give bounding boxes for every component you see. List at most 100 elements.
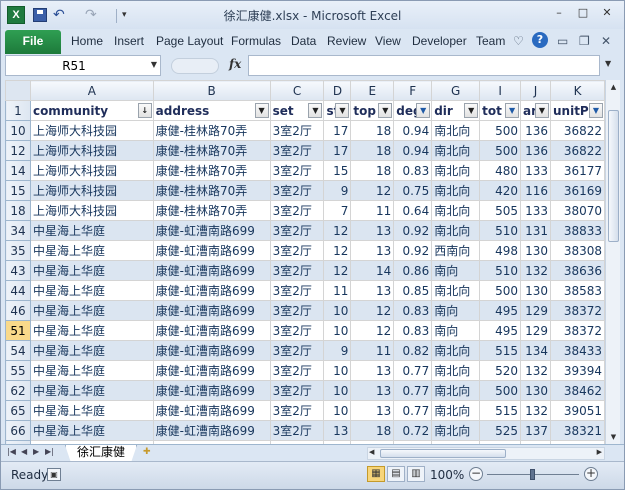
cell[interactable]: 10 <box>323 360 352 381</box>
row-header[interactable]: 44 <box>5 280 31 301</box>
cell[interactable]: 500 <box>479 380 522 401</box>
cell[interactable]: 12 <box>350 320 395 341</box>
horizontal-scrollbar[interactable]: ◀ ▶ <box>367 447 605 460</box>
column-title-cell[interactable]: tot ▼ <box>479 100 522 121</box>
cell[interactable]: 中星海上华庭 <box>29 340 154 361</box>
cell[interactable]: 11 <box>350 200 395 221</box>
cell[interactable]: 13 <box>350 220 395 241</box>
cell[interactable]: 515 <box>479 400 522 421</box>
tab-home[interactable]: Home <box>71 34 103 48</box>
cell[interactable]: 132 <box>520 360 551 381</box>
cell[interactable]: 康健-桂林路70弄 <box>152 160 271 181</box>
cell[interactable]: 131 <box>520 220 551 241</box>
row-header[interactable]: 54 <box>5 340 31 361</box>
chevron-down-icon[interactable]: ▼ <box>151 60 157 69</box>
cell[interactable]: 14 <box>350 260 395 281</box>
cell[interactable]: 510 <box>479 220 522 241</box>
cell[interactable]: 中星海上华庭 <box>29 220 154 241</box>
cell[interactable]: 康健-虹漕南路699 <box>152 420 271 441</box>
cell[interactable]: 0.92 <box>393 240 433 261</box>
cell[interactable]: 上海师大科技园 <box>29 140 154 161</box>
column-header-d[interactable]: D <box>323 80 352 101</box>
sheet-tab-active[interactable]: 徐汇康健 <box>65 445 137 462</box>
cell[interactable]: 康健-虹漕南路699 <box>152 400 271 421</box>
filter-dropdown-icon[interactable]: ▼ <box>308 103 323 118</box>
cell[interactable]: 上海师大科技园 <box>29 160 154 181</box>
cell[interactable]: 10 <box>323 320 352 341</box>
column-title-cell[interactable]: unitP ▼ <box>550 100 605 121</box>
heart-icon[interactable]: ♡ <box>513 34 524 48</box>
cell[interactable]: 130 <box>520 240 551 261</box>
cell[interactable]: 南北向 <box>431 180 481 201</box>
row-header[interactable]: 10 <box>5 120 31 141</box>
cell[interactable]: 12 <box>350 300 395 321</box>
file-tab[interactable]: File <box>5 30 61 54</box>
cell[interactable]: 13 <box>350 240 395 261</box>
cell[interactable]: 康健-虹漕南路699 <box>152 300 271 321</box>
cell[interactable]: 38636 <box>550 260 605 281</box>
select-all-corner[interactable] <box>5 80 31 101</box>
column-title-cell[interactable]: are▼ <box>520 100 551 121</box>
cell[interactable]: 0.83 <box>393 320 433 341</box>
previous-sheet-icon[interactable]: ◀ <box>21 447 27 456</box>
row-header[interactable]: 62 <box>5 380 31 401</box>
cell[interactable]: 10 <box>323 380 352 401</box>
cell[interactable]: 0.94 <box>393 120 433 141</box>
tab-formulas[interactable]: Formulas <box>231 34 281 48</box>
cell[interactable]: 康健-虹漕南路699 <box>152 360 271 381</box>
cell[interactable]: 0.77 <box>393 380 433 401</box>
column-header-k[interactable]: K <box>550 80 605 101</box>
cell[interactable]: 38433 <box>550 340 605 361</box>
column-title-cell[interactable]: deg ▼ <box>393 100 433 121</box>
cell[interactable]: 480 <box>479 160 522 181</box>
column-header-g[interactable]: G <box>431 80 481 101</box>
cell[interactable]: 南北向 <box>431 160 481 181</box>
expand-formula-bar-icon[interactable]: ▼ <box>605 59 611 68</box>
row-header[interactable]: 35 <box>5 240 31 261</box>
cell[interactable]: 15 <box>323 160 352 181</box>
cell[interactable]: 38308 <box>550 240 605 261</box>
cell[interactable]: 10 <box>323 400 352 421</box>
cell[interactable]: 136 <box>520 120 551 141</box>
cell[interactable]: 500 <box>479 280 522 301</box>
cell[interactable]: 0.94 <box>393 140 433 161</box>
cell[interactable]: 中星海上华庭 <box>29 320 154 341</box>
cell[interactable]: 11 <box>323 280 352 301</box>
cell[interactable]: 38583 <box>550 280 605 301</box>
cell[interactable]: 康健-桂林路70弄 <box>152 180 271 201</box>
cell[interactable]: 3室2厅 <box>269 320 325 341</box>
cell[interactable]: 南北向 <box>431 360 481 381</box>
cell[interactable]: 12 <box>350 180 395 201</box>
cell[interactable]: 康健-虹漕南路699 <box>152 220 271 241</box>
row-header[interactable]: 14 <box>5 160 31 181</box>
cell[interactable]: 36822 <box>550 120 605 141</box>
cell[interactable]: 38372 <box>550 320 605 341</box>
sort-filter-icon[interactable]: ↓ <box>137 103 152 118</box>
cell[interactable]: 38321 <box>550 420 605 441</box>
filter-dropdown-icon[interactable]: ▼ <box>378 103 393 118</box>
zoom-in-button[interactable]: + <box>584 467 598 481</box>
filter-applied-icon[interactable]: ▼ <box>416 103 431 118</box>
row-header[interactable]: 43 <box>5 260 31 281</box>
cell[interactable]: 南北向 <box>431 200 481 221</box>
tab-developer[interactable]: Developer <box>412 34 467 48</box>
customize-quick-access-icon[interactable]: ▾ <box>122 7 132 23</box>
cell[interactable]: 18 <box>350 160 395 181</box>
cell[interactable]: 39051 <box>550 400 605 421</box>
cell[interactable]: 中星海上华庭 <box>29 300 154 321</box>
column-header-j[interactable]: J <box>520 80 551 101</box>
column-header-c[interactable]: C <box>269 80 325 101</box>
tab-view[interactable]: View <box>375 34 401 48</box>
filter-dropdown-icon[interactable]: ▼ <box>335 103 350 118</box>
cell[interactable]: 中星海上华庭 <box>29 240 154 261</box>
vertical-scrollbar[interactable]: ▲ ▼ <box>605 80 620 444</box>
cell-grid[interactable]: ABCDEFGIJK 1 community ↓ address ▼ set ▼ st ▼ top… <box>5 80 605 444</box>
cell[interactable]: 3室2厅 <box>269 140 325 161</box>
column-title-cell[interactable]: community ↓ <box>29 100 154 121</box>
column-title-cell[interactable]: dir ▼ <box>431 100 481 121</box>
cell[interactable]: 130 <box>520 380 551 401</box>
cell[interactable]: 116 <box>520 180 551 201</box>
cell[interactable]: 17 <box>323 140 352 161</box>
cell[interactable]: 南向 <box>431 300 481 321</box>
column-header-i[interactable]: I <box>479 80 522 101</box>
